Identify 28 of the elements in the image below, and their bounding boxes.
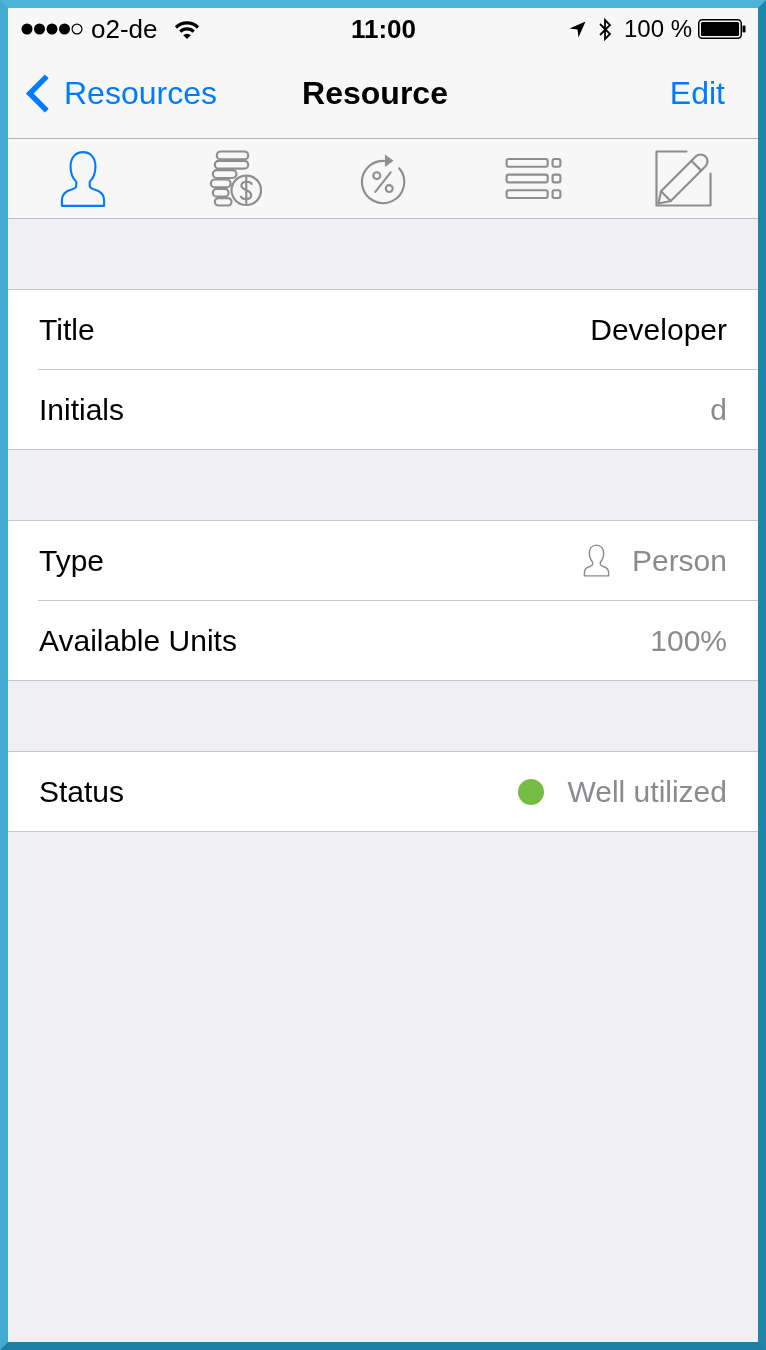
bluetooth-icon [597, 16, 612, 42]
field-value: 100% [650, 623, 727, 658]
pencil-icon [654, 150, 712, 207]
field-value: Person [631, 543, 727, 578]
wifi-icon [173, 19, 200, 39]
clock-time: 11:00 [350, 13, 417, 45]
person-icon [581, 544, 611, 577]
field-value: d [710, 392, 727, 427]
signal-icon [21, 23, 83, 35]
back-button[interactable]: Resources [25, 72, 217, 114]
chevron-left-icon [25, 72, 51, 114]
edit-button[interactable]: Edit [669, 74, 725, 112]
battery-icon [698, 19, 746, 39]
nav-title: Resource [302, 74, 448, 112]
field-label: Title [39, 312, 95, 347]
field-value: Well utilized [567, 774, 727, 809]
field-label: Type [39, 543, 105, 578]
person-icon [60, 149, 106, 208]
percent-icon [359, 152, 407, 205]
field-label: Status [39, 774, 125, 809]
location-arrow-icon [568, 20, 586, 38]
list-icon [504, 157, 562, 200]
tab[interactable] [652, 148, 714, 209]
field-label: Initials [39, 392, 125, 427]
field-value: Developer [590, 312, 727, 347]
field-label: Available Units [39, 623, 237, 658]
carrier-name: o2-de [91, 13, 158, 45]
battery-percentage: 100 % [623, 15, 692, 43]
